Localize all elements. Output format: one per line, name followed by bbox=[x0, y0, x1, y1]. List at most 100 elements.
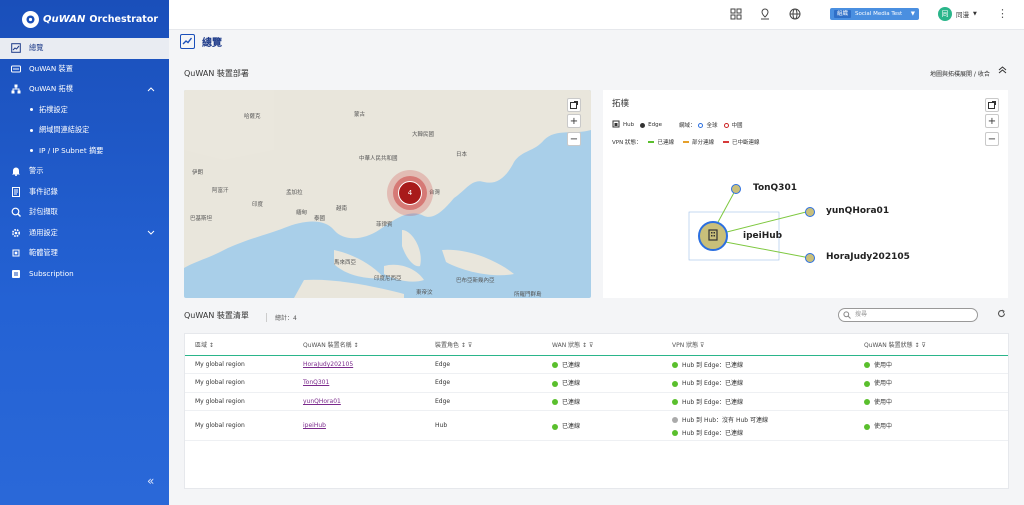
capture-icon bbox=[10, 207, 21, 218]
zoom-in-icon[interactable]: + bbox=[567, 114, 581, 128]
status-dot-icon bbox=[552, 380, 558, 387]
sidebar-item-alerts[interactable]: 警示 bbox=[0, 161, 169, 182]
status-dot-icon bbox=[552, 423, 558, 430]
sidebar-item-topology[interactable]: QuWAN 拓樸 bbox=[0, 79, 169, 100]
zoom-out-icon[interactable]: − bbox=[567, 132, 581, 146]
check-circle-icon bbox=[864, 362, 870, 369]
page-title-text: 總覽 bbox=[202, 38, 222, 49]
wan-cell: 已連線 bbox=[542, 392, 662, 411]
chevron-up-icon[interactable] bbox=[147, 85, 155, 94]
sidebar-item-firmware[interactable]: 範體管理 bbox=[0, 243, 169, 264]
map-label: 東帝汶 bbox=[416, 290, 433, 296]
device-name-link[interactable]: HoraJudy202105 bbox=[303, 361, 353, 368]
map-label: 中華人民共和國 bbox=[359, 156, 398, 162]
topology-legend-vpn: VPN 狀態： 已連線 部分連線 已中斷連線 bbox=[612, 138, 760, 146]
legend-hub: Hub bbox=[623, 122, 635, 128]
edge-node[interactable] bbox=[731, 184, 741, 194]
check-circle-icon bbox=[864, 399, 870, 406]
legend-domain: 網域： bbox=[678, 123, 696, 129]
search-input[interactable]: 搜尋 bbox=[838, 308, 978, 322]
sidebar-item-subscription[interactable]: Subscription bbox=[0, 264, 169, 285]
zoom-in-icon[interactable]: + bbox=[985, 114, 999, 128]
hub-node[interactable] bbox=[698, 221, 728, 251]
sidebar-item-label: 警示 bbox=[29, 166, 44, 176]
map-label: 泰國 bbox=[314, 216, 326, 222]
map-label: 日本 bbox=[456, 152, 468, 158]
org-name: Social Media Test bbox=[855, 11, 903, 17]
location-icon[interactable] bbox=[759, 8, 772, 21]
sidebar-item-devices[interactable]: QuWAN 裝置 bbox=[0, 59, 169, 80]
sidebar-item-packet-capture[interactable]: 封包擷取 bbox=[0, 202, 169, 223]
double-chevron-up-icon[interactable] bbox=[998, 66, 1007, 77]
vpn-cell: Hub 到 Edge：已連線 bbox=[662, 355, 854, 374]
edge-node[interactable] bbox=[805, 207, 815, 217]
map-topology-toggle[interactable]: 地圖與拓樸展開 / 收合 bbox=[930, 69, 990, 78]
edge-dot-icon bbox=[640, 122, 646, 128]
topology-icon bbox=[10, 84, 21, 95]
expand-icon[interactable] bbox=[567, 98, 581, 112]
table-row: My global region HoraJudy202105 Edge 已連線… bbox=[185, 355, 1008, 374]
zoom-out-icon[interactable]: − bbox=[985, 132, 999, 146]
status-dot-icon bbox=[672, 380, 678, 387]
map-label: 阿富汗 bbox=[212, 188, 229, 194]
topology-legend-roles: Hub Edge 網域： 全球 中國 bbox=[612, 120, 743, 130]
connected-line-icon bbox=[648, 141, 655, 143]
topbar: 組織 Social Media Test ▼ 同 同漫 ▼ ⋮ bbox=[169, 0, 1024, 30]
sidebar-item-ip-summary[interactable]: IP / IP Subnet 摘要 bbox=[0, 141, 169, 162]
app-brand: QuWAN bbox=[43, 13, 86, 25]
column-header-role[interactable]: 裝置角色 ↕ ⊽ bbox=[425, 334, 542, 356]
collapse-sidebar-icon[interactable]: « bbox=[147, 474, 154, 488]
edge-node[interactable] bbox=[805, 253, 815, 263]
edge-node-label: HoraJudy202105 bbox=[826, 252, 910, 262]
region-cell: My global region bbox=[185, 410, 293, 441]
vpn-cell: Hub 到 Edge：已連線 bbox=[662, 373, 854, 393]
grid-icon[interactable] bbox=[730, 8, 743, 21]
user-menu[interactable]: 同 同漫 ▼ bbox=[938, 7, 977, 21]
sidebar-item-label: 總覽 bbox=[29, 43, 44, 53]
status-dot-icon bbox=[672, 417, 678, 423]
chevron-down-icon[interactable] bbox=[147, 229, 155, 238]
disconnected-line-icon bbox=[722, 141, 729, 143]
edge-node-label: yunQHora01 bbox=[826, 206, 890, 216]
expand-icon[interactable] bbox=[985, 98, 999, 112]
bullet-icon bbox=[30, 108, 33, 112]
device-total: 總計：4 bbox=[266, 313, 297, 322]
column-header-region[interactable]: 區域 ↕ bbox=[185, 334, 293, 356]
topology-title: 拓樸 bbox=[612, 99, 630, 109]
sidebar-item-inter-domain[interactable]: 網域間連結設定 bbox=[0, 120, 169, 141]
device-list-title: QuWAN 裝置清單 bbox=[184, 311, 249, 320]
sidebar-item-label: QuWAN 拓樸 bbox=[29, 84, 73, 94]
globe-icon[interactable] bbox=[789, 8, 802, 21]
sidebar-item-label: 拓樸設定 bbox=[39, 104, 68, 114]
map-label: 伊朗 bbox=[192, 170, 204, 176]
caret-down-icon: ▼ bbox=[910, 11, 915, 17]
column-header-wan[interactable]: WAN 狀態 ↕ ⊽ bbox=[542, 334, 662, 356]
role-cell: Edge bbox=[425, 355, 542, 374]
device-name-link[interactable]: TonQ301 bbox=[303, 379, 329, 386]
org-tag: 組織 bbox=[834, 10, 852, 18]
device-name-link[interactable]: ipeiHub bbox=[303, 422, 326, 429]
status-cell: 使用中 bbox=[854, 392, 1008, 411]
app-logo[interactable]: QuWAN Orchestrator bbox=[0, 0, 169, 38]
device-icon bbox=[10, 63, 21, 74]
column-header-device-status[interactable]: QuWAN 裝置狀態 ↕ ⊽ bbox=[854, 334, 1008, 356]
refresh-icon[interactable] bbox=[997, 309, 1006, 321]
sidebar-item-event-log[interactable]: 事件記錄 bbox=[0, 182, 169, 203]
column-header-vpn[interactable]: VPN 狀態 ⊽ bbox=[662, 334, 854, 356]
sidebar-item-overview[interactable]: 總覽 bbox=[0, 38, 169, 59]
more-icon[interactable]: ⋮ bbox=[997, 8, 1008, 19]
organization-selector[interactable]: 組織 Social Media Test ▼ bbox=[830, 8, 919, 20]
user-name: 同漫 bbox=[956, 11, 969, 19]
sidebar-item-general-settings[interactable]: 通用設定 bbox=[0, 223, 169, 244]
deploy-section-title: QuWAN 裝置部署 bbox=[184, 69, 249, 78]
sidebar-item-topology-settings[interactable]: 拓樸設定 bbox=[0, 100, 169, 121]
map-label: 越南 bbox=[336, 206, 348, 212]
map-label: 印度 bbox=[252, 202, 264, 208]
partial-line-icon bbox=[682, 141, 689, 143]
column-header-device-name[interactable]: QuWAN 裝置名稱 ↕ bbox=[293, 334, 425, 356]
device-name-link[interactable]: yunQHora01 bbox=[303, 398, 341, 405]
map-label: 哈薩克 bbox=[244, 114, 261, 120]
device-map[interactable]: 中華人民共和國 蒙古 日本 大韓民國 印度 泰國 越南 菲律賓 台灣 哈薩克 伊… bbox=[184, 90, 591, 298]
device-cluster-marker[interactable]: 4 bbox=[387, 170, 433, 216]
role-cell: Hub bbox=[425, 410, 542, 441]
